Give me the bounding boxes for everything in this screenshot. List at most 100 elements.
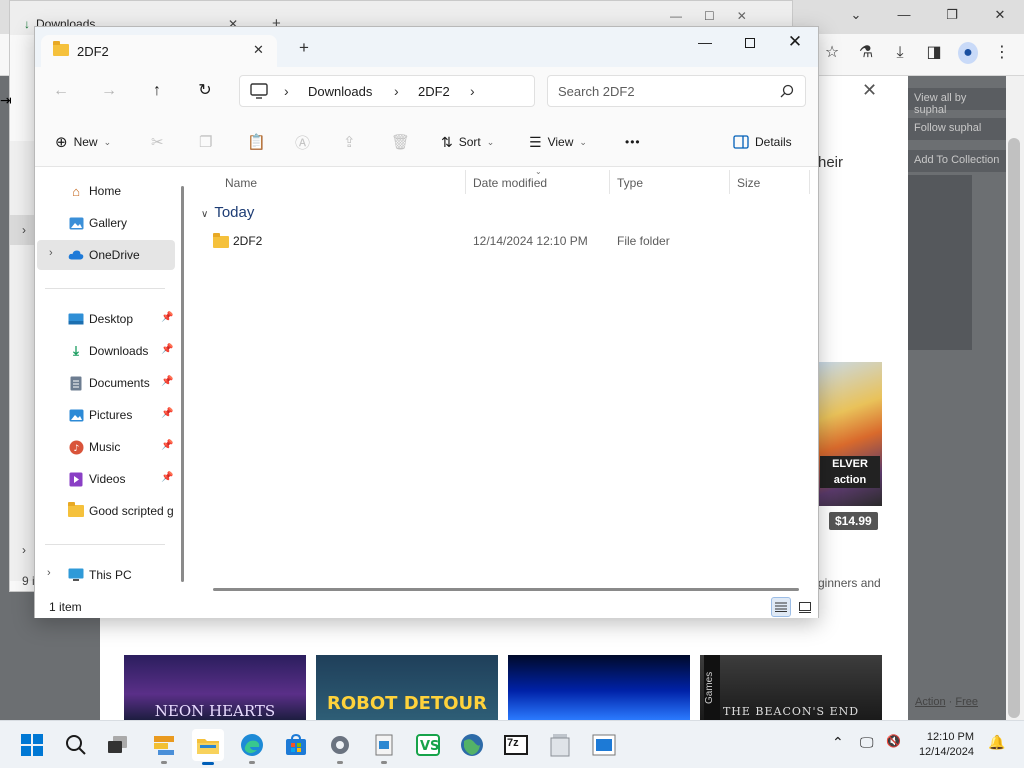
chevron-right-icon[interactable]: › xyxy=(22,543,26,557)
taskbar-app-mountain[interactable] xyxy=(148,729,180,764)
pin-icon[interactable]: 📌 xyxy=(161,408,173,419)
nav-item-downloads[interactable]: ⤓ Downloads 📌 xyxy=(35,336,175,366)
network-icon[interactable]: 🖵 xyxy=(860,734,874,751)
nav-item-music[interactable]: ♪ Music 📌 xyxy=(35,432,175,462)
taskbar-file-explorer[interactable] xyxy=(192,729,224,765)
pin-icon[interactable]: 📌 xyxy=(161,312,173,323)
nav-item-this-pc[interactable]: › This PC xyxy=(35,560,175,590)
sort-button[interactable]: ⇅ Sort ⌄ xyxy=(441,129,494,155)
table-row[interactable]: 2DF2 12/14/2024 12:10 PM File folder xyxy=(191,228,811,254)
menu-dots-icon[interactable]: ⋮ xyxy=(992,42,1012,64)
download-icon[interactable]: ⤓ xyxy=(890,42,910,64)
taskbar-store[interactable] xyxy=(280,729,312,761)
expand-chevron-icon[interactable]: › xyxy=(49,247,53,259)
link-action[interactable]: Action xyxy=(915,696,946,708)
minimize-icon[interactable]: — xyxy=(670,9,682,23)
cut-icon[interactable]: ✂ xyxy=(151,129,164,155)
view-button[interactable]: ☰ View ⌄ xyxy=(529,129,587,155)
close-window-button[interactable]: ✕ xyxy=(772,27,818,57)
game-thumbnail[interactable]: NEON HEARTS xyxy=(124,655,306,720)
expand-chevron-icon[interactable]: › xyxy=(47,567,51,579)
column-divider[interactable] xyxy=(465,170,466,194)
pin-icon[interactable]: 📌 xyxy=(161,440,173,451)
column-divider[interactable] xyxy=(729,170,730,194)
forward-button[interactable]: → xyxy=(97,79,121,103)
up-button[interactable]: ↑ xyxy=(145,79,169,103)
breadcrumb-2df2[interactable]: 2DF2 xyxy=(418,84,450,99)
column-divider[interactable] xyxy=(809,170,810,194)
horizontal-scrollbar[interactable] xyxy=(213,588,799,591)
nav-item-home[interactable]: ⌂ Home xyxy=(35,176,175,206)
taskbar-7zip[interactable]: 7z xyxy=(500,729,532,761)
search-input[interactable]: Search 2DF2 xyxy=(547,75,806,107)
task-view-button[interactable] xyxy=(102,729,134,761)
notification-bell-icon[interactable]: 🔔 xyxy=(988,734,1005,751)
taskbar-settings[interactable] xyxy=(324,729,356,764)
system-clock[interactable]: 12:10 PM 12/14/2024 xyxy=(910,730,974,760)
nav-item-gallery[interactable]: Gallery xyxy=(35,208,175,238)
close-tab-icon[interactable]: ✕ xyxy=(253,42,264,58)
taskbar-edge[interactable] xyxy=(236,729,268,764)
nav-item-good-scripted[interactable]: Good scripted g xyxy=(35,496,175,526)
link-free[interactable]: Free xyxy=(955,696,978,708)
paste-icon[interactable]: 📋 xyxy=(247,129,266,155)
browser-close-button[interactable]: ✕ xyxy=(976,0,1024,30)
volume-muted-icon[interactable]: 🔇 xyxy=(886,734,901,748)
nav-item-documents[interactable]: Documents 📌 xyxy=(35,368,175,398)
taskbar-app-globe[interactable] xyxy=(456,729,488,761)
close-icon[interactable]: ✕ xyxy=(737,9,747,23)
copy-icon[interactable]: ❐ xyxy=(199,129,212,155)
delete-icon[interactable]: 🗑 xyxy=(391,129,410,155)
column-header-size[interactable]: Size xyxy=(737,176,760,190)
this-pc-icon[interactable] xyxy=(250,83,268,99)
nav-item-desktop[interactable]: Desktop 📌 xyxy=(35,304,175,334)
large-icons-view-button[interactable] xyxy=(795,597,815,617)
breadcrumb-downloads[interactable]: Downloads xyxy=(308,84,372,99)
follow-button[interactable]: Follow suphal xyxy=(908,118,1006,140)
pin-icon[interactable]: 📌 xyxy=(161,472,173,483)
game-thumbnail[interactable]: ROBOT DETOUR xyxy=(316,655,498,720)
panel-close-icon[interactable]: ✕ xyxy=(862,80,877,101)
address-bar[interactable]: › Downloads › 2DF2 › xyxy=(239,75,535,107)
rename-icon[interactable]: Ⓐ xyxy=(295,129,310,155)
minimize-button[interactable]: — xyxy=(682,27,728,57)
back-button[interactable]: ← xyxy=(49,79,73,103)
start-button[interactable] xyxy=(16,729,48,761)
taskbar-app-vs[interactable]: VS xyxy=(412,729,444,761)
lab-flask-icon[interactable]: ⚗ xyxy=(856,42,876,64)
nav-pane-scrollbar[interactable] xyxy=(181,186,184,582)
details-view-button[interactable] xyxy=(771,597,791,617)
new-tab-button[interactable]: + xyxy=(299,39,309,57)
taskbar-app-window[interactable] xyxy=(588,729,620,761)
pin-icon[interactable]: 📌 xyxy=(161,344,173,355)
more-options-button[interactable]: ••• xyxy=(625,129,641,155)
game-thumbnail[interactable] xyxy=(508,655,690,720)
group-header-today[interactable]: ∨ Today xyxy=(201,204,254,221)
nav-item-pictures[interactable]: Pictures 📌 xyxy=(35,400,175,430)
taskbar-app-notepad[interactable] xyxy=(368,729,400,764)
sidebar-icon[interactable]: ◨ xyxy=(924,42,944,64)
star-icon[interactable]: ☆ xyxy=(822,42,842,64)
browser-minimize-button[interactable]: — xyxy=(880,0,928,30)
refresh-button[interactable]: ↻ xyxy=(193,79,217,103)
game-thumbnail[interactable]: Games THE BEACON'S END xyxy=(700,655,882,720)
view-all-button[interactable]: View all by suphal xyxy=(908,88,1006,116)
add-to-collection-button[interactable]: Add To Collection xyxy=(908,150,1006,172)
chevron-up-icon[interactable]: ⌃ xyxy=(832,734,844,751)
breadcrumb-chevron-icon[interactable]: › xyxy=(394,83,399,99)
browser-scroll-thumb[interactable] xyxy=(1008,138,1020,718)
breadcrumb-chevron-icon[interactable]: › xyxy=(470,83,475,99)
search-button[interactable] xyxy=(60,729,92,761)
search-icon[interactable] xyxy=(779,83,795,99)
maximize-button[interactable] xyxy=(727,27,773,57)
breadcrumb-chevron-icon[interactable]: › xyxy=(284,83,289,99)
pin-icon[interactable]: 📌 xyxy=(161,376,173,387)
nav-item-videos[interactable]: Videos 📌 xyxy=(35,464,175,494)
browser-restore-button[interactable]: ❐ xyxy=(928,0,976,30)
explorer-tab[interactable]: 2DF2 ✕ xyxy=(41,35,277,67)
nav-item-onedrive[interactable]: › OneDrive xyxy=(37,240,175,270)
column-header-name[interactable]: Name xyxy=(225,176,257,190)
chevron-right-icon[interactable]: › xyxy=(22,223,26,237)
details-pane-button[interactable]: Details xyxy=(733,129,792,155)
column-divider[interactable] xyxy=(609,170,610,194)
